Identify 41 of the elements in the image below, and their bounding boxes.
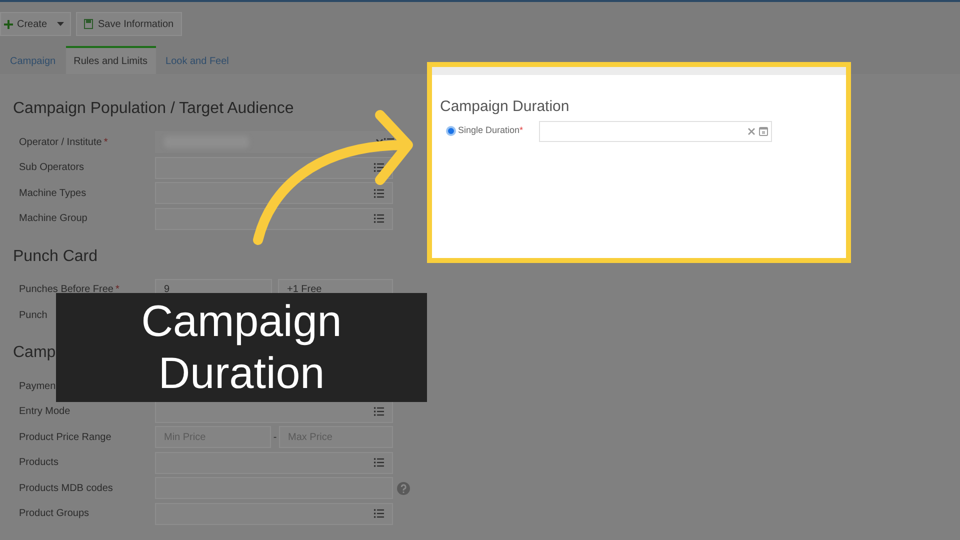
field-label: Products (18, 456, 60, 470)
list-icon[interactable] (374, 458, 384, 467)
field-label: Machine Group (18, 212, 88, 226)
list-icon[interactable] (374, 509, 384, 518)
tab[interactable]: Campaign (0, 48, 66, 74)
select-field[interactable] (155, 400, 393, 422)
field-label: Punches Before Free * (18, 283, 120, 297)
save-button[interactable]: Save Information (76, 12, 182, 36)
range-separator: - (272, 430, 278, 444)
field-label: Products MDB codes (18, 482, 114, 496)
list-icon[interactable] (374, 214, 384, 223)
tab[interactable]: Look and Feel (156, 48, 239, 74)
field-label: Product Groups (18, 507, 90, 521)
select-field[interactable] (155, 208, 393, 230)
section-title: Campaign Population / Target Audience (13, 99, 294, 119)
list-icon[interactable] (374, 163, 384, 172)
field-label: Entry Mode (18, 405, 72, 419)
field-label: Punch (18, 308, 48, 322)
select-field[interactable] (155, 131, 393, 153)
tab[interactable]: Rules and Limits (66, 46, 156, 74)
calendar-icon[interactable] (759, 126, 768, 136)
list-icon[interactable] (374, 407, 384, 416)
field-label: Operator / Institute * (18, 136, 109, 150)
radio-label: Single Duration* (458, 124, 524, 138)
field-label: Product Price Range (18, 430, 112, 444)
plus-icon (4, 20, 13, 28)
section-title: Camp (13, 343, 56, 363)
field-label: Sub Operators (18, 161, 86, 175)
help-icon[interactable] (397, 482, 410, 494)
select-field[interactable] (155, 452, 393, 474)
field-label: Machine Types (18, 186, 88, 200)
select-field[interactable] (155, 502, 393, 524)
select-field[interactable] (155, 182, 393, 204)
field-label: Paymen (18, 380, 57, 394)
section-title: Punch Card (13, 246, 98, 266)
section-title: Campaign Duration (440, 97, 570, 117)
create-button[interactable]: Create (0, 12, 72, 36)
date-range-field[interactable] (539, 120, 772, 142)
caret-icon (57, 22, 64, 26)
list-icon[interactable] (374, 188, 384, 198)
radio-button[interactable] (446, 126, 456, 136)
